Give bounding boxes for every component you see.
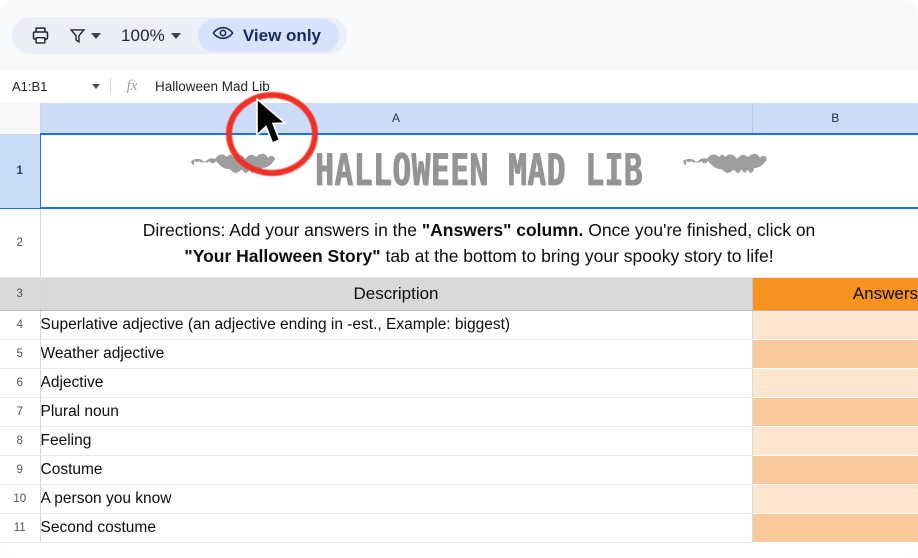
row-header-7[interactable]: 7 [0, 397, 41, 427]
name-box[interactable]: A1:B1 [0, 79, 110, 94]
table-row: 5 Weather adjective [0, 339, 918, 369]
spreadsheet-grid: A B 1 Halloween Mad Lib [0, 103, 918, 558]
filter-button[interactable] [63, 20, 108, 51]
table-row: 2 Directions: Add your answers in the "A… [0, 208, 918, 278]
table-row: 8 Feeling [0, 426, 918, 456]
formula-input[interactable]: Halloween Mad Lib [153, 79, 918, 94]
chevron-down-icon [91, 32, 101, 39]
spreadsheet-app: 100% View only A1:B1 fx Halloween Mad Li… [0, 0, 918, 558]
cell-answer[interactable] [752, 426, 918, 456]
filter-icon [68, 26, 87, 45]
chevron-down-icon [92, 84, 100, 89]
cell-answer[interactable] [752, 513, 918, 543]
row-header-3[interactable]: 3 [0, 277, 41, 311]
row-header-1[interactable]: 1 [0, 134, 41, 209]
row-header-4[interactable]: 4 [0, 310, 41, 340]
sheet-title: Halloween Mad Lib [315, 145, 643, 197]
cell-answer[interactable] [752, 484, 918, 514]
cell-answer[interactable] [752, 310, 918, 340]
cell-description[interactable]: Adjective [40, 368, 753, 398]
directions-line-1: Directions: Add your answers in the "Ans… [41, 217, 918, 243]
table-row: 7 Plural noun [0, 397, 918, 427]
formula-bar: A1:B1 fx Halloween Mad Lib [0, 70, 918, 104]
column-header-answers[interactable]: Answers [752, 277, 918, 311]
directions-text-1: Directions: Add your answers in the [142, 219, 422, 240]
chevron-down-icon [170, 32, 181, 39]
directions-text-3: tab at the bottom to bring your spooky s… [380, 246, 774, 266]
cell-description[interactable]: Costume [40, 455, 753, 485]
bat-icon [189, 148, 277, 195]
view-only-button[interactable]: View only [197, 19, 339, 52]
cell-answer[interactable] [752, 397, 918, 427]
print-icon [30, 25, 51, 46]
bat-icon [681, 148, 769, 195]
cell-answer[interactable] [752, 368, 918, 398]
directions-bold-answers: "Answers" column. [421, 219, 584, 240]
row-header-8[interactable]: 8 [0, 426, 41, 456]
table-row: 4 Superlative adjective (an adjective en… [0, 310, 918, 340]
table-row: 10 A person you know [0, 484, 918, 514]
row-header-9[interactable]: 9 [0, 455, 41, 485]
view-only-label: View only [242, 25, 321, 45]
cell-answer[interactable] [752, 455, 918, 485]
row-header-2[interactable]: 2 [0, 208, 41, 278]
table-row: 11 Second costume [0, 513, 918, 543]
name-box-value: A1:B1 [12, 79, 48, 94]
cell-description[interactable]: Superlative adjective (an adjective endi… [40, 310, 753, 340]
directions-bold-story-tab: "Your Halloween Story" [184, 246, 381, 266]
zoom-level-label: 100% [121, 25, 165, 45]
column-header-a[interactable]: A [40, 103, 753, 135]
cell-description[interactable]: Plural noun [40, 397, 753, 427]
table-row: 9 Costume [0, 455, 918, 485]
zoom-button[interactable]: 100% [110, 20, 188, 51]
table-row: 1 Halloween Mad Lib [0, 134, 918, 209]
function-icon[interactable]: fx [111, 78, 153, 95]
row-header-5[interactable]: 5 [0, 339, 41, 369]
select-all-corner[interactable] [0, 103, 41, 135]
directions-line-2: "Your Halloween Story" tab at the bottom… [41, 243, 918, 269]
table-row: 6 Adjective [0, 368, 918, 398]
table-header-row: 3 Description Answers [0, 277, 918, 311]
column-header-row: A B [0, 103, 918, 135]
cell-description[interactable]: Second costume [40, 513, 753, 543]
row-header-6[interactable]: 6 [0, 368, 41, 398]
column-header-description[interactable]: Description [40, 277, 753, 311]
toolbar-pill-group: 100% View only [12, 17, 347, 54]
row-header-10[interactable]: 10 [0, 484, 41, 514]
grid-table: A B 1 Halloween Mad Lib [0, 103, 918, 543]
cell-description[interactable]: A person you know [40, 484, 753, 514]
cell-answer[interactable] [752, 339, 918, 369]
cell-a2-directions[interactable]: Directions: Add your answers in the "Ans… [40, 208, 918, 278]
toolbar: 100% View only [0, 0, 918, 70]
cell-a1-title-banner[interactable]: Halloween Mad Lib [40, 134, 918, 209]
eye-icon [212, 25, 234, 46]
column-header-b[interactable]: B [752, 103, 918, 135]
row-header-11[interactable]: 11 [0, 513, 41, 543]
print-button[interactable] [20, 20, 61, 51]
cell-description[interactable]: Feeling [40, 426, 753, 456]
directions-text-2: Once you're finished, click on [583, 219, 816, 240]
cell-description[interactable]: Weather adjective [40, 339, 753, 369]
